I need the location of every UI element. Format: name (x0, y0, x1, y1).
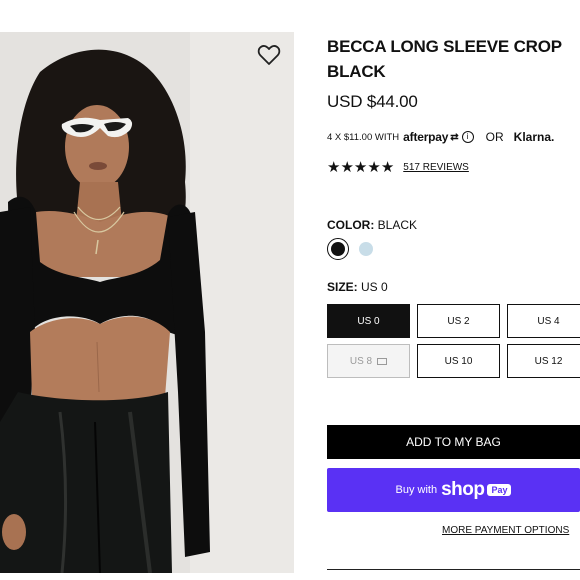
add-to-bag-label: ADD TO MY BAG (406, 435, 501, 449)
product-title-line2: BLACK (327, 62, 386, 81)
star-icon: ★ (380, 159, 394, 176)
color-swatch-light-blue[interactable] (359, 242, 373, 256)
star-icon: ★ (340, 159, 353, 176)
divider (327, 569, 580, 570)
size-option-us-2[interactable]: US 2 (417, 304, 500, 338)
info-icon[interactable]: i (461, 131, 474, 143)
size-label: SIZE: US 0 (327, 280, 388, 294)
product-price: USD $44.00 (327, 92, 418, 111)
product-image (0, 32, 294, 573)
product-title: BECCA LONG SLEEVE CROP BLACK (327, 34, 580, 84)
size-option-label: US 0 (357, 315, 380, 327)
star-icon: ★ (353, 159, 367, 176)
color-swatch-black[interactable] (327, 238, 349, 260)
shop-pay-logo: shop (441, 479, 485, 500)
klarna-logo[interactable]: Klarna. (514, 130, 555, 144)
more-payment-options-link[interactable]: MORE PAYMENT OPTIONS (442, 525, 569, 536)
installments-text: 4 X $11.00 WITH (327, 131, 400, 143)
size-option-us-8[interactable]: US 8 (327, 344, 410, 378)
reviews-row: ★ ★ ★ ★ ★ 517 REVIEWS (327, 158, 469, 176)
shop-pay-badge: Pay (487, 484, 512, 496)
heart-outline-icon[interactable] (257, 44, 281, 66)
size-option-label: US 4 (537, 315, 560, 327)
product-title-line1: BECCA LONG SLEEVE CROP (327, 37, 562, 56)
size-option-us-4[interactable]: US 4 (507, 304, 580, 338)
size-option-label: US 12 (534, 355, 563, 367)
star-icon: ★ (327, 159, 340, 176)
product-details: BECCA LONG SLEEVE CROP BLACK USD $44.00 … (327, 34, 580, 570)
color-label-key: COLOR: (327, 218, 375, 232)
shop-pay-button[interactable]: Buy with shop Pay (327, 468, 580, 512)
add-to-bag-button[interactable]: ADD TO MY BAG (327, 425, 580, 459)
size-option-label: US 8 (349, 355, 373, 367)
installments-row: 4 X $11.00 WITH afterpay ⇄ i OR Klarna. (327, 130, 580, 144)
mail-icon (377, 357, 388, 365)
installments-or: OR (485, 130, 504, 144)
size-label-key: SIZE: (327, 280, 358, 294)
color-value: BLACK (377, 218, 418, 232)
star-icon: ★ (367, 159, 380, 176)
afterpay-logo[interactable]: afterpay (403, 130, 448, 144)
size-value: US 0 (361, 280, 388, 294)
afterpay-icon: ⇄ (450, 131, 459, 143)
size-option-label: US 2 (447, 315, 470, 327)
color-label: COLOR: BLACK (327, 218, 417, 232)
size-option-us-10[interactable]: US 10 (417, 344, 500, 378)
size-option-label: US 10 (444, 355, 473, 367)
size-option-us-12[interactable]: US 12 (507, 344, 580, 378)
product-photo-illustration (0, 32, 294, 573)
size-option-us-0[interactable]: US 0 (327, 304, 410, 338)
reviews-link[interactable]: 517 REVIEWS (403, 162, 469, 173)
shop-pay-buy-with: Buy with (395, 484, 438, 496)
